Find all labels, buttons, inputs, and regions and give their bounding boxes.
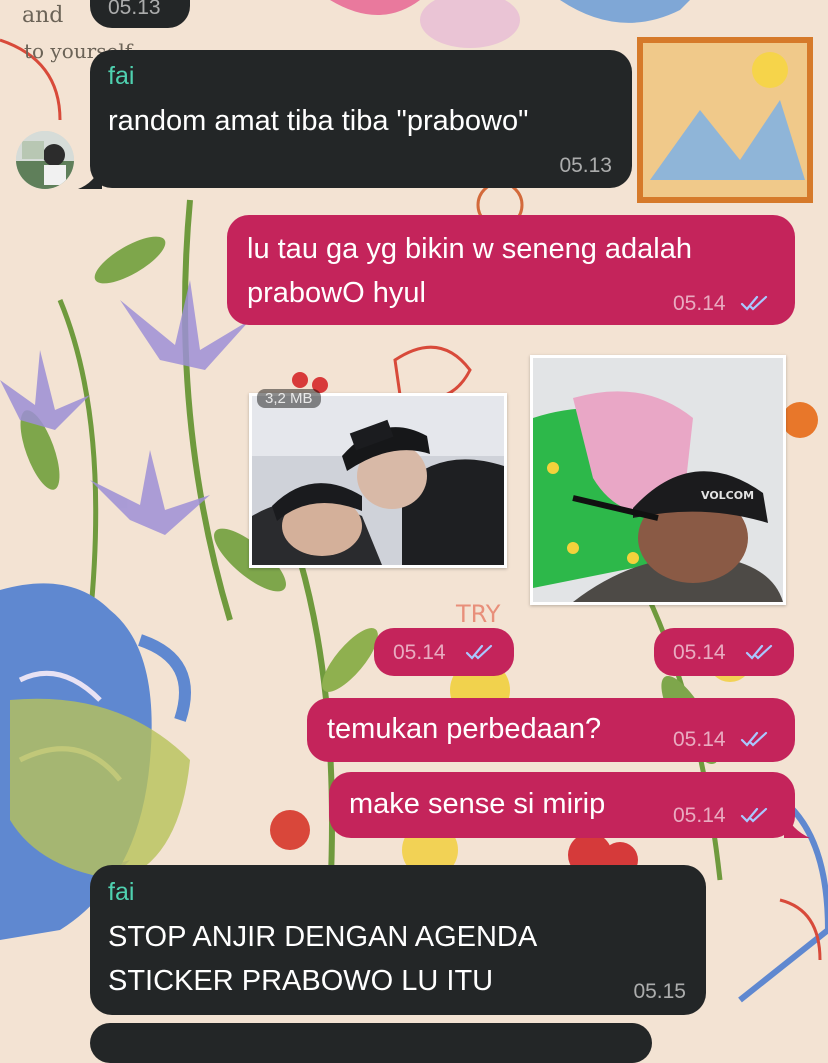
image-time-pill-2: 05.14 — [654, 628, 794, 676]
file-size-label: 3,2 MB — [257, 389, 321, 408]
message-time: 05.14 — [673, 641, 726, 664]
message-time: 05.14 — [673, 728, 726, 751]
outgoing-message-bubble[interactable]: temukan perbedaan? 05.14 — [307, 698, 795, 762]
image-time-pill-1: 05.14 — [374, 628, 514, 676]
partial-incoming-bubble[interactable] — [90, 1023, 652, 1063]
avatar-icon — [16, 131, 74, 189]
message-text: lu tau ga yg bikin w seneng adalah prabo… — [247, 233, 692, 309]
double-check-icon — [740, 806, 770, 824]
incoming-message-bubble[interactable]: fai random amat tiba tiba "prabowo" 05.1… — [90, 50, 632, 188]
message-time: 05.14 — [673, 804, 726, 827]
image-message-1[interactable]: 3,2 MB — [249, 389, 507, 568]
double-check-icon — [745, 643, 775, 661]
message-time: 05.14 — [393, 641, 446, 664]
message-text: STOP ANJIR DENGAN AGENDA STICKER PRABOWO… — [108, 921, 538, 997]
message-time: 05.15 — [633, 980, 686, 1003]
message-time: 05.13 — [108, 0, 161, 19]
contact-avatar[interactable] — [16, 131, 74, 189]
message-text: temukan perbedaan? — [327, 713, 602, 745]
partial-incoming-bubble[interactable]: 05.13 — [90, 0, 190, 28]
doodle-text-try: TRY — [455, 600, 501, 628]
incoming-message-bubble[interactable]: fai STOP ANJIR DENGAN AGENDA STICKER PRA… — [90, 865, 706, 1015]
double-check-icon — [740, 294, 770, 312]
message-text: make sense si mirip — [349, 788, 606, 820]
message-time: 05.13 — [559, 154, 612, 177]
double-check-icon — [740, 730, 770, 748]
double-check-icon — [465, 643, 495, 661]
photo-two-people — [252, 396, 504, 565]
sender-name: fai — [108, 62, 135, 90]
message-text: random amat tiba tiba "prabowo" — [108, 105, 529, 137]
photo-man-with-cap: VOLCOM — [533, 358, 783, 602]
sender-name: fai — [108, 878, 135, 906]
doodle-text-and: and — [22, 3, 63, 28]
message-time: 05.14 — [673, 292, 726, 315]
outgoing-message-bubble[interactable]: lu tau ga yg bikin w seneng adalah prabo… — [227, 215, 795, 325]
cap-text: VOLCOM — [701, 489, 754, 502]
image-message-2[interactable]: VOLCOM — [530, 355, 786, 605]
outgoing-message-bubble[interactable]: make sense si mirip 05.14 — [329, 772, 795, 838]
